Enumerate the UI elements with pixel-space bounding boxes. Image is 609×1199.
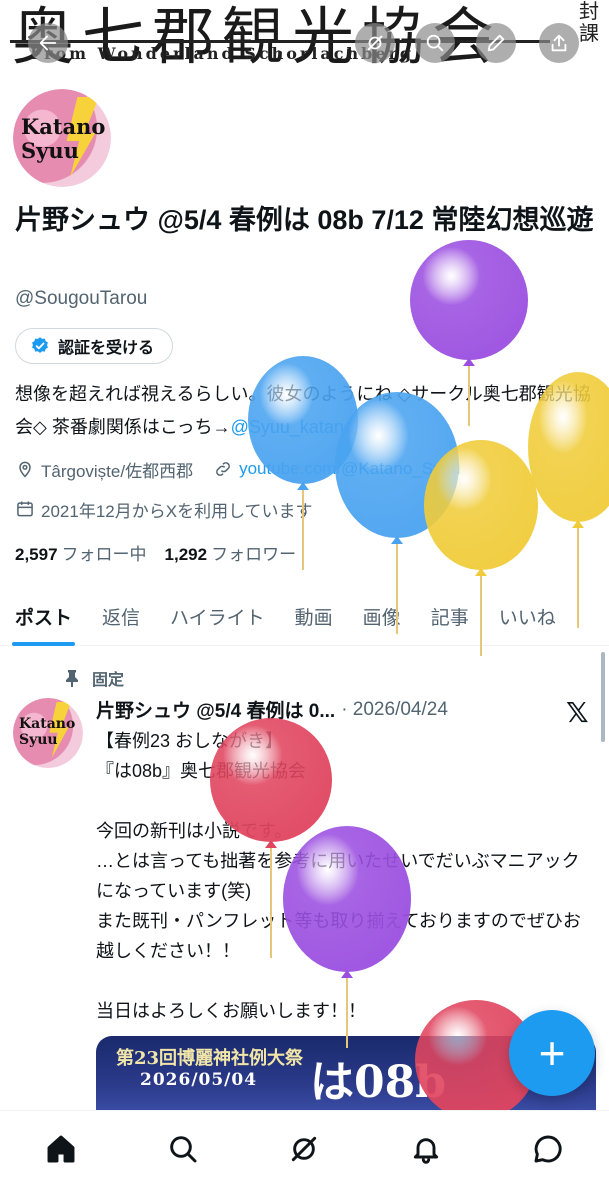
display-name: 片野シュウ @5/4 春例は 08b 7/12 常陸幻想巡遊 bbox=[15, 205, 594, 235]
balloon-decoration bbox=[424, 440, 538, 660]
tweet-avatar-logo-text: Katano Syuu bbox=[19, 716, 76, 748]
grok-button[interactable] bbox=[355, 23, 395, 63]
tweet-date[interactable]: · 2026/04/24 bbox=[341, 699, 448, 721]
search-icon bbox=[169, 1136, 197, 1163]
balloon-decoration bbox=[528, 372, 609, 632]
tab-posts[interactable]: ポスト bbox=[0, 586, 87, 646]
get-verified-button[interactable]: 認証を受ける bbox=[15, 328, 174, 364]
share-button[interactable] bbox=[539, 23, 579, 63]
edit-icon bbox=[487, 34, 505, 52]
nav-messages[interactable] bbox=[530, 1131, 566, 1167]
banner-rule bbox=[10, 40, 550, 43]
search-icon bbox=[426, 34, 444, 52]
home-icon bbox=[47, 1135, 75, 1163]
bell-icon bbox=[414, 1138, 439, 1164]
tab-highlights[interactable]: ハイライト bbox=[155, 586, 280, 646]
media-event-title: 第23回博麗神社例大祭 bbox=[116, 1048, 304, 1069]
pinned-label: 固定 bbox=[92, 672, 125, 689]
pinned-indicator: 固定 bbox=[64, 666, 124, 690]
grok-icon bbox=[367, 35, 383, 51]
location-text: Târgoviște/佐都西郡 bbox=[41, 461, 194, 481]
share-icon bbox=[551, 34, 567, 52]
media-event-date: 2026/05/04 bbox=[140, 1070, 258, 1090]
pin-icon bbox=[66, 670, 78, 687]
verified-badge-icon bbox=[32, 337, 48, 353]
scrollbar[interactable] bbox=[601, 652, 605, 742]
avatar[interactable]: Katano Syuu bbox=[10, 86, 114, 190]
avatar-logo-text: Katano Syuu bbox=[21, 114, 106, 163]
edit-button[interactable] bbox=[476, 23, 516, 63]
nav-grok[interactable] bbox=[286, 1131, 322, 1167]
back-arrow-icon bbox=[39, 35, 57, 51]
chat-bubble-icon bbox=[534, 1135, 562, 1163]
bottom-navigation bbox=[0, 1110, 609, 1199]
grok-icon bbox=[292, 1136, 317, 1162]
link-icon bbox=[216, 462, 230, 476]
x-logo-icon: 𝕏 bbox=[566, 696, 589, 729]
username-handle: @SougouTarou bbox=[15, 288, 148, 309]
tweet-author-avatar[interactable]: Katano Syuu bbox=[13, 698, 83, 768]
back-button[interactable] bbox=[28, 23, 68, 63]
nav-home[interactable] bbox=[43, 1131, 79, 1167]
following-link[interactable]: 2,597 フォロー中 bbox=[15, 540, 147, 565]
location-pin-icon bbox=[19, 461, 31, 478]
search-button[interactable] bbox=[415, 23, 455, 63]
balloon-decoration bbox=[283, 826, 411, 1052]
compose-post-button[interactable]: + bbox=[509, 1010, 595, 1096]
tab-replies[interactable]: 返信 bbox=[87, 586, 155, 646]
nav-search[interactable] bbox=[165, 1131, 201, 1167]
calendar-icon bbox=[17, 501, 33, 517]
profile-banner[interactable]: 奥七郡観光協会 From Wonderland Schorlachberg 封 … bbox=[0, 0, 609, 90]
banner-side-text: 封 課 bbox=[579, 0, 599, 45]
get-verified-label: 認証を受ける bbox=[58, 340, 155, 357]
nav-notifications[interactable] bbox=[408, 1131, 444, 1167]
